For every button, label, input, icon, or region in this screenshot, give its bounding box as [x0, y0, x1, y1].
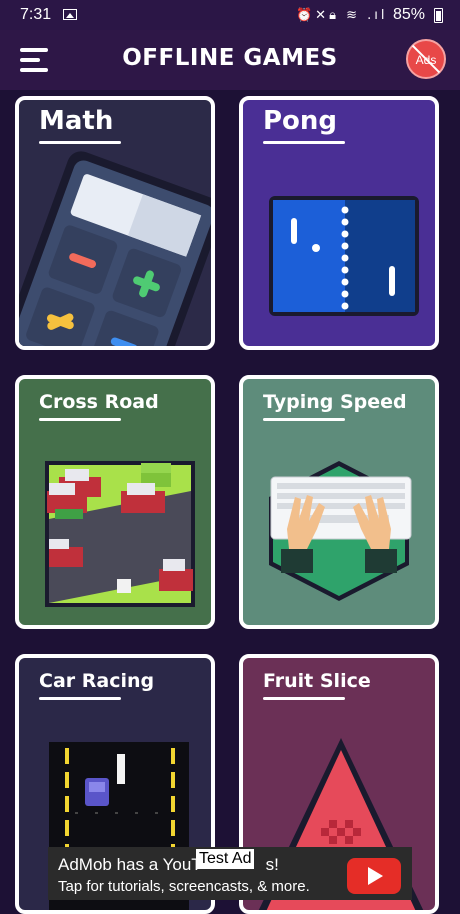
- pong-court-icon: [269, 196, 419, 316]
- ad-body: Tap for tutorials, screencasts, & more.: [58, 878, 310, 895]
- game-title-fruit-slice: Fruit Slice: [263, 670, 371, 692]
- status-time: 7:31: [20, 6, 52, 23]
- calculator-icon: [19, 151, 211, 346]
- title-underline: [39, 418, 121, 421]
- cross-road-scene-icon: [45, 461, 195, 607]
- title-underline: [39, 697, 121, 700]
- page-title: OFFLINE GAMES: [122, 45, 338, 71]
- title-underline: [263, 141, 345, 144]
- title-underline: [263, 418, 345, 421]
- keyboard-hands-icon: [269, 461, 412, 601]
- game-card-cross-road[interactable]: Cross Road: [15, 375, 215, 629]
- image-icon: [63, 9, 77, 20]
- game-title-pong: Pong: [263, 106, 338, 136]
- game-card-math[interactable]: Math: [15, 96, 215, 350]
- battery-icon: [434, 8, 443, 23]
- system-icons: ⏰✕🔒︎ ≋ .ıl: [296, 8, 388, 23]
- remove-ads-button[interactable]: Ads: [406, 39, 446, 79]
- game-title-math: Math: [39, 106, 114, 136]
- title-underline: [263, 697, 345, 700]
- youtube-play-icon[interactable]: [347, 858, 401, 894]
- app-bar: OFFLINE GAMES Ads: [0, 30, 460, 90]
- battery-percent: 85%: [393, 6, 426, 23]
- status-bar: 7:31 ⏰✕🔒︎ ≋ .ıl 85%: [0, 0, 460, 30]
- game-card-typing-speed[interactable]: Typing Speed: [239, 375, 439, 629]
- title-underline: [39, 141, 121, 144]
- game-title-car-racing: Car Racing: [39, 670, 155, 692]
- game-title-typing-speed: Typing Speed: [263, 391, 407, 413]
- game-card-pong[interactable]: Pong: [239, 96, 439, 350]
- test-ad-label: Test Ad: [196, 849, 255, 869]
- game-title-cross-road: Cross Road: [39, 391, 159, 413]
- ad-banner[interactable]: AdMob has a YouT s! Tap for tutorials, sc…: [48, 847, 412, 900]
